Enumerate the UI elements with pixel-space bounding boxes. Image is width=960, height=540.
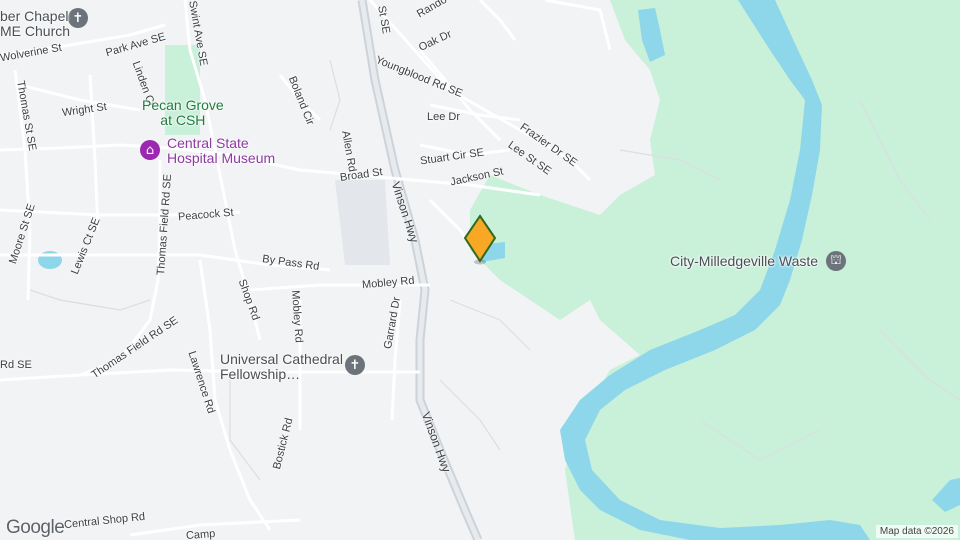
landmark-icon[interactable]: ⛫ [826, 251, 846, 271]
poi-chapel-line: ME Church [0, 22, 71, 39]
poi-pecan-line: Pecan Grove [142, 97, 224, 113]
poi-pecan-grove[interactable]: Pecan Grove at CSH [142, 98, 224, 127]
map-canvas[interactable]: St SE Rando Wolverine St Park Ave SE Swi… [0, 0, 960, 540]
street-label: Camp [185, 527, 216, 540]
poi-waste[interactable]: City-Milledgeville Waste [670, 254, 818, 269]
location-pin-icon[interactable] [462, 213, 498, 265]
google-logo: Google [6, 517, 65, 538]
poi-cathedral-line: Universal Cathedral [220, 351, 343, 367]
poi-museum-line: Central State [167, 135, 249, 151]
map-attribution[interactable]: Map data ©2026 [875, 525, 958, 538]
cross-icon[interactable]: ✝ [68, 8, 88, 28]
museum-icon[interactable]: ⌂ [140, 140, 160, 160]
poi-museum-line: Hospital Museum [167, 149, 276, 166]
street-label: Rd SE [0, 359, 32, 371]
poi-waste-label: City-Milledgeville Waste [670, 253, 819, 269]
street-label: Mobley Rd [289, 289, 305, 344]
poi-cathedral[interactable]: Universal Cathedral Fellowship… [220, 352, 343, 381]
cross-icon[interactable]: ✝ [345, 355, 365, 375]
poi-chapel[interactable]: ber Chapel ME Church [0, 9, 70, 38]
poi-pecan-line: at CSH [160, 111, 206, 128]
poi-cathedral-line: Fellowship… [220, 365, 301, 382]
poi-chapel-line: ber Chapel [0, 8, 69, 24]
poi-museum[interactable]: Central State Hospital Museum [167, 136, 275, 165]
street-label: Lee Dr [427, 111, 461, 123]
